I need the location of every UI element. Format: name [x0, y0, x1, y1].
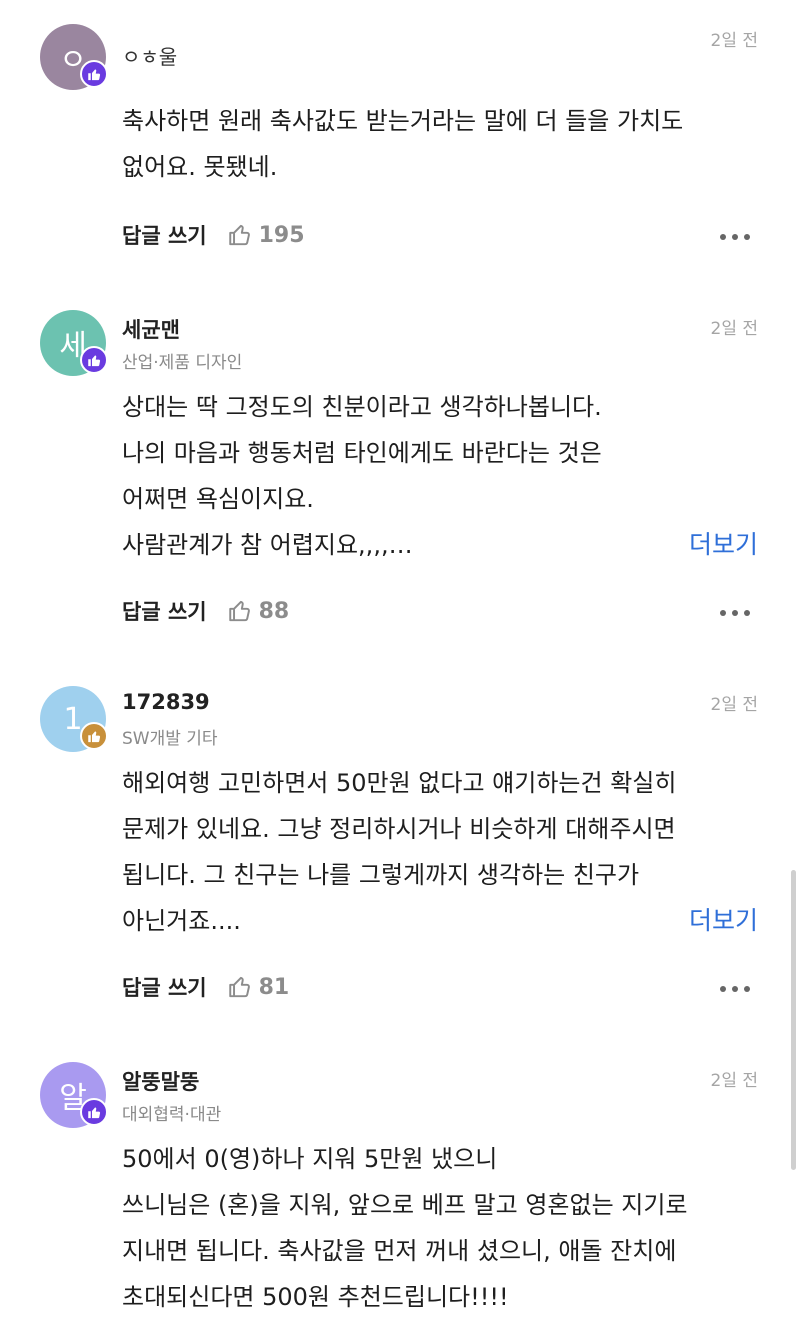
- badge-thumbs-up-icon: [80, 722, 108, 750]
- badge-thumbs-up-icon: [80, 346, 108, 374]
- more-horizontal-icon[interactable]: [720, 986, 750, 992]
- timestamp: 2일 전: [710, 319, 759, 339]
- like-count: 88: [258, 598, 290, 624]
- author-name[interactable]: 알뚱말뚱: [122, 1066, 199, 1096]
- author-name[interactable]: ㅇㅎ울: [122, 41, 177, 70]
- like-button[interactable]: 81: [227, 974, 290, 1000]
- badge-thumbs-up-icon: [80, 60, 108, 88]
- comment-line: 해외여행 고민하면서 50만원 없다고 얘기하는건 확실히: [122, 769, 677, 797]
- author-name[interactable]: 세균맨: [122, 314, 180, 344]
- comment-actions: 답글 쓰기 88: [122, 596, 289, 626]
- comment-body: 상대는 딱 그정도의 친분이라고 생각하나봅니다. 나의 마음과 행동처럼 타인…: [122, 384, 772, 568]
- timestamp: 2일 전: [710, 695, 759, 715]
- timestamp: 2일 전: [710, 31, 759, 51]
- author-job: 산업·제품 디자인: [122, 353, 243, 373]
- comment-body: 50에서 0(영)하나 지워 5만원 냈으니 쓰니님은 (혼)을 지워, 앞으로…: [122, 1136, 772, 1320]
- timestamp: 2일 전: [710, 1071, 759, 1091]
- comment-list: ㅇ ㅇㅎ울 2일 전 축사하면 원래 축사값도 받는거라는 말에 더 들을 가치…: [0, 0, 800, 1324]
- comment-body: 해외여행 고민하면서 50만원 없다고 얘기하는건 확실히 문제가 있네요. 그…: [122, 760, 772, 944]
- comment-line: 사람관계가 참 어렵지요,,,,…: [122, 531, 413, 559]
- comment-actions: 답글 쓰기 195: [122, 220, 305, 250]
- comment-line: 문제가 있네요. 그냥 정리하시거나 비슷하게 대해주시면: [122, 815, 676, 843]
- thumbs-up-outline-icon: [228, 224, 250, 246]
- comment-line: 됩니다. 그 친구는 나를 그렇게까지 생각하는 친구가: [122, 861, 640, 889]
- comment-body: 축사하면 원래 축사값도 받는거라는 말에 더 들을 가치도 없어요. 못됐네.: [122, 98, 772, 190]
- comment-line: 지내면 됩니다. 축사값을 먼저 꺼내 셨으니, 애돌 잔치에: [122, 1237, 677, 1265]
- comment-actions: 답글 쓰기 81: [122, 972, 289, 1002]
- like-button[interactable]: 195: [227, 222, 305, 248]
- comment-line: 없어요. 못됐네.: [122, 153, 278, 181]
- more-horizontal-icon[interactable]: [720, 234, 750, 240]
- author-name[interactable]: 172839: [122, 690, 210, 714]
- thumbs-up-outline-icon: [228, 600, 250, 622]
- more-horizontal-icon[interactable]: [720, 610, 750, 616]
- comment-line: 50에서 0(영)하나 지워 5만원 냈으니: [122, 1145, 498, 1173]
- reply-button[interactable]: 답글 쓰기: [122, 972, 207, 1002]
- like-count: 81: [258, 974, 290, 1000]
- author-job: 대외협력·대관: [122, 1105, 222, 1125]
- badge-thumbs-up-icon: [80, 1098, 108, 1126]
- thumbs-up-outline-icon: [228, 976, 250, 998]
- comment-line: 어쩌면 욕심이지요.: [122, 485, 314, 513]
- comment-line: 초대되신다면 500원 추천드립니다!!!!: [122, 1283, 509, 1311]
- comment-line: 아닌거죠....: [122, 907, 241, 935]
- like-button[interactable]: 88: [227, 598, 290, 624]
- comment-line: 상대는 딱 그정도의 친분이라고 생각하나봅니다.: [122, 393, 602, 421]
- like-count: 195: [258, 222, 305, 248]
- comment-line: 쓰니님은 (혼)을 지워, 앞으로 베프 말고 영혼없는 지기로: [122, 1191, 688, 1219]
- reply-button[interactable]: 답글 쓰기: [122, 220, 207, 250]
- scrollbar[interactable]: [791, 870, 796, 1170]
- read-more-link[interactable]: 더보기: [689, 522, 758, 568]
- comment-line: 축사하면 원래 축사값도 받는거라는 말에 더 들을 가치도: [122, 107, 684, 135]
- reply-button[interactable]: 답글 쓰기: [122, 596, 207, 626]
- comment-line: 나의 마음과 행동처럼 타인에게도 바란다는 것은: [122, 439, 602, 467]
- read-more-link[interactable]: 더보기: [689, 898, 758, 944]
- author-job: SW개발 기타: [122, 729, 218, 749]
